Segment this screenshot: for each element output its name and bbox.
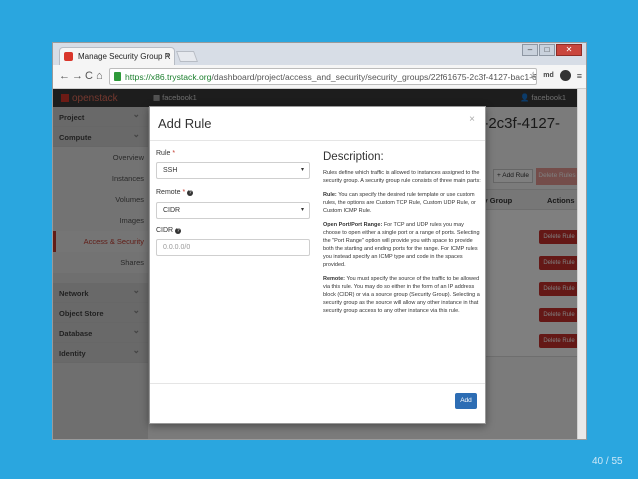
description-remote-head: Remote:	[323, 276, 346, 282]
dialog-footer: Add	[150, 383, 485, 425]
rule-description: Description: Rules define which traffic …	[323, 151, 481, 321]
rule-label: Rule *	[156, 150, 175, 157]
chevron-down-icon: ▾	[300, 207, 304, 213]
description-port-text: For TCP and UDP rules you may choose to …	[323, 222, 480, 268]
remote-select-value: CIDR	[163, 207, 181, 214]
remote-select[interactable]: CIDR ▾	[156, 202, 310, 219]
url-path: /dashboard/project/access_and_security/s…	[211, 72, 537, 82]
help-icon[interactable]: ?	[187, 190, 194, 196]
add-rule-dialog: Add Rule × Rule * SSH ▾ Remote * ? CIDR …	[149, 106, 486, 424]
address-bar[interactable]: https://x86.trystack.org/dashboard/proje…	[109, 68, 537, 85]
slide-page-number: 40 / 55	[592, 456, 623, 467]
menu-icon[interactable]: ≡	[577, 71, 582, 81]
browser-window: Manage Security Group R × – □ ✕ ← → C ⌂ …	[52, 42, 587, 440]
description-port-head: Open Port/Port Range:	[323, 222, 383, 228]
forward-icon[interactable]: →	[72, 70, 83, 82]
tab-close-icon[interactable]: ×	[165, 51, 170, 60]
required-marker: *	[182, 189, 186, 196]
toolbar-actions: ☆ md ≡	[529, 70, 582, 81]
minimize-button[interactable]: –	[522, 44, 538, 56]
maximize-button[interactable]: □	[539, 44, 555, 56]
close-icon[interactable]: ×	[469, 114, 475, 125]
cidr-input[interactable]: 0.0.0.0/0	[156, 239, 310, 256]
tab-strip: Manage Security Group R × – □ ✕	[53, 43, 586, 65]
window-controls: – □ ✕	[522, 44, 582, 56]
description-rule-text: You can specify the desired rule templat…	[323, 192, 476, 214]
cidr-label-text: CIDR	[156, 227, 174, 234]
required-marker: *	[172, 150, 176, 157]
url-scheme: https://	[125, 72, 151, 82]
extension-md[interactable]: md	[543, 72, 554, 79]
rule-label-text: Rule	[156, 150, 171, 157]
reload-icon[interactable]: C	[85, 70, 93, 82]
page-scrollbar[interactable]	[577, 89, 586, 439]
home-icon[interactable]: ⌂	[96, 70, 103, 82]
add-button[interactable]: Add	[455, 393, 477, 409]
remote-label-text: Remote	[156, 189, 181, 196]
chevron-down-icon: ▾	[300, 167, 304, 173]
description-port: Open Port/Port Range: For TCP and UDP ru…	[323, 221, 481, 269]
help-icon[interactable]: ?	[175, 228, 182, 234]
new-tab-button[interactable]	[175, 51, 199, 62]
extension-icon[interactable]	[559, 70, 571, 81]
url-host: x86.trystack.org	[150, 72, 212, 82]
tab-title: Manage Security Group R	[78, 52, 171, 61]
rule-select[interactable]: SSH ▾	[156, 162, 310, 179]
browser-tab[interactable]: Manage Security Group R ×	[59, 47, 175, 65]
dialog-header: Add Rule ×	[150, 107, 485, 141]
bookmark-star-icon[interactable]: ☆	[529, 70, 537, 81]
description-rule: Rule: You can specify the desired rule t…	[323, 191, 481, 215]
close-window-button[interactable]: ✕	[556, 44, 582, 56]
cidr-label: CIDR ?	[156, 227, 182, 234]
lock-icon	[114, 72, 121, 81]
description-intro: Rules define which traffic is allowed to…	[323, 170, 481, 184]
rule-select-value: SSH	[163, 167, 178, 174]
description-title: Description:	[323, 151, 384, 163]
browser-toolbar: ← → C ⌂ https://x86.trystack.org/dashboa…	[53, 65, 586, 89]
back-icon[interactable]: ←	[59, 70, 70, 82]
description-rule-head: Rule:	[323, 192, 337, 198]
description-remote: Remote: You must specify the source of t…	[323, 275, 481, 315]
dialog-title: Add Rule	[158, 116, 212, 131]
description-remote-text: You must specify the source of the traff…	[323, 276, 480, 314]
openstack-favicon-icon	[64, 52, 73, 61]
remote-label: Remote * ?	[156, 189, 194, 196]
